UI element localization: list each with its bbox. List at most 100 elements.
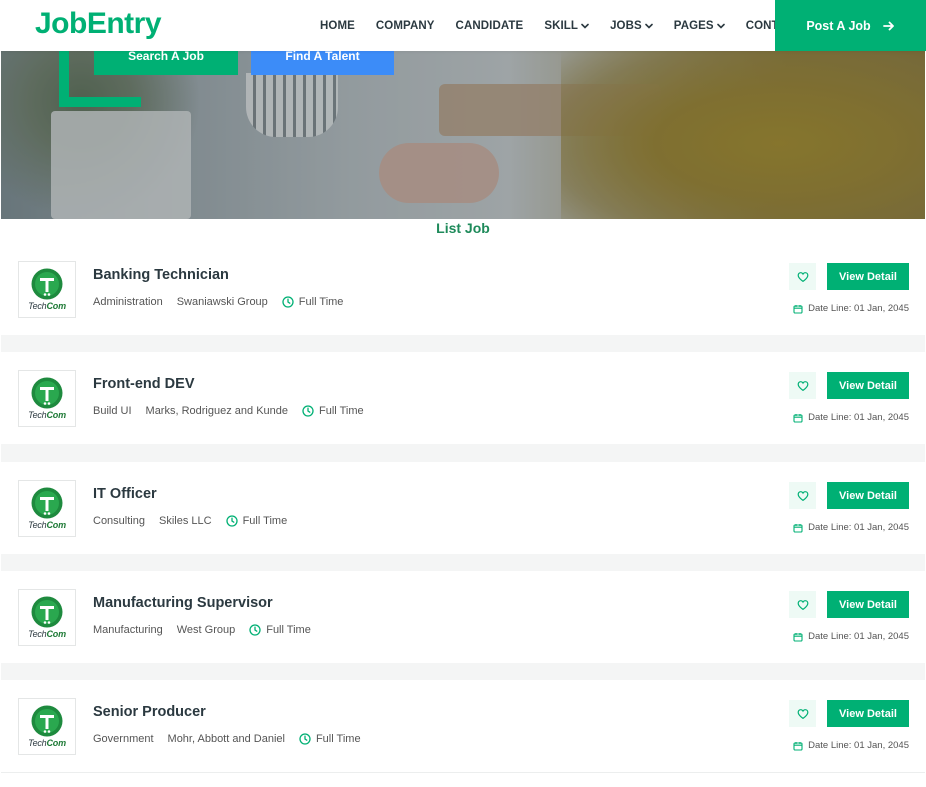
job-type: Full Time <box>266 624 311 636</box>
nav-item-home[interactable]: HOME <box>320 20 355 32</box>
job-item: TechCom Front-end DEV Build UI Marks, Ro… <box>1 352 925 462</box>
job-type: Full Time <box>298 296 344 308</box>
job-title[interactable]: IT Officer <box>93 486 157 502</box>
favorite-button[interactable] <box>789 700 816 727</box>
view-detail-button[interactable]: View Detail <box>827 700 909 727</box>
calendar-icon <box>793 304 803 314</box>
deadline-text: Date Line: 01 Jan, 2045 <box>808 303 909 314</box>
view-detail-button[interactable]: View Detail <box>827 372 909 399</box>
company-logo: TechCom <box>18 698 76 755</box>
job-type: Full Time <box>319 405 364 417</box>
heart-icon <box>797 599 808 610</box>
techcom-logo-icon <box>31 487 63 519</box>
job-deadline: Date Line: 01 Jan, 2045 <box>793 631 909 642</box>
logo-text: TechCom <box>28 738 66 748</box>
logo-text-tech: Tech <box>28 629 47 639</box>
logo-text-com: Com <box>46 410 66 420</box>
job-item: TechCom Senior Producer Government Mohr,… <box>1 680 925 773</box>
logo-text-tech: Tech <box>28 410 47 420</box>
arrow-right-icon <box>882 21 894 30</box>
brand-logo[interactable]: JobEntry <box>35 7 162 41</box>
main-nav: HOME COMPANY CANDIDATE SKILL JOBS PAGES CONTAC… <box>320 0 823 51</box>
heart-icon <box>797 380 808 391</box>
clock-icon <box>249 624 261 636</box>
job-deadline: Date Line: 01 Jan, 2045 <box>793 303 909 314</box>
job-item: TechCom Manufacturing Supervisor Manufac… <box>1 571 925 681</box>
nav-item-label: CANDIDATE <box>455 19 524 32</box>
navbar: JobEntry HOME COMPANY CANDIDATE SKILL JOBS PA… <box>0 0 926 51</box>
deadline-text: Date Line: 01 Jan, 2045 <box>808 740 909 751</box>
job-category: Government <box>93 733 154 745</box>
logo-text: TechCom <box>28 629 66 639</box>
job-meta: Administration Swaniawski Group Full Tim… <box>93 296 357 308</box>
job-type: Full Time <box>315 733 361 745</box>
post-job-button[interactable]: Post A Job <box>775 0 926 51</box>
logo-text-com: Com <box>46 301 66 311</box>
favorite-button[interactable] <box>789 372 816 399</box>
view-detail-button[interactable]: View Detail <box>827 482 909 509</box>
job-company: West Group <box>176 624 236 636</box>
job-item: TechCom IT Officer Consulting Skiles LLC… <box>1 462 925 572</box>
heart-icon <box>797 490 808 501</box>
nav-item-candidate[interactable]: CANDIDATE <box>456 20 524 32</box>
nav-item-label: COMPANY <box>375 19 435 32</box>
chevron-down-icon <box>581 23 589 29</box>
job-meta: Consulting Skiles LLC Full Time <box>93 515 301 527</box>
favorite-button[interactable] <box>789 591 816 618</box>
job-meta: Build UI Marks, Rodriguez and Kunde Full… <box>93 405 378 417</box>
job-title[interactable]: Banking Technician <box>93 267 229 283</box>
techcom-logo-icon <box>31 705 63 737</box>
job-company: Marks, Rodriguez and Kunde <box>145 405 288 417</box>
view-detail-button[interactable]: View Detail <box>827 591 909 618</box>
company-logo: TechCom <box>18 261 76 318</box>
job-category: Administration <box>93 296 163 308</box>
deadline-text: Date Line: 01 Jan, 2045 <box>808 631 909 642</box>
job-type: Full Time <box>242 515 288 527</box>
deadline-text: Date Line: 01 Jan, 2045 <box>808 412 909 423</box>
nav-item-company[interactable]: COMPANY <box>376 20 435 32</box>
company-logo: TechCom <box>18 589 76 646</box>
clock-icon <box>282 296 294 308</box>
favorite-button[interactable] <box>789 263 816 290</box>
job-title[interactable]: Front-end DEV <box>93 376 195 392</box>
find-talent-button[interactable]: Find A Talent <box>251 51 394 75</box>
techcom-logo-icon <box>31 377 63 409</box>
favorite-button[interactable] <box>789 482 816 509</box>
calendar-icon <box>793 523 803 533</box>
nav-item-label: HOME <box>320 19 355 32</box>
company-logo: TechCom <box>18 370 76 427</box>
view-detail-button[interactable]: View Detail <box>827 263 909 290</box>
job-deadline: Date Line: 01 Jan, 2045 <box>793 412 909 423</box>
heart-icon <box>797 708 808 719</box>
chevron-down-icon <box>644 23 653 29</box>
job-category: Manufacturing <box>93 624 163 636</box>
job-title[interactable]: Senior Producer <box>93 704 206 720</box>
company-logo: TechCom <box>18 480 76 537</box>
calendar-icon <box>793 741 803 751</box>
job-meta: Government Mohr, Abbott and Daniel Full … <box>93 733 375 745</box>
logo-text-tech: Tech <box>28 520 47 530</box>
heart-icon <box>797 271 808 282</box>
section-title: List Job <box>436 220 490 236</box>
logo-text: TechCom <box>28 520 66 530</box>
nav-item-skill[interactable]: SKILL <box>544 20 589 32</box>
chevron-down-icon <box>716 23 725 29</box>
search-job-button[interactable]: Search A Job <box>94 51 238 75</box>
job-meta: Manufacturing West Group Full Time <box>93 624 325 636</box>
logo-text: TechCom <box>28 301 66 311</box>
job-deadline: Date Line: 01 Jan, 2045 <box>793 740 909 751</box>
job-category: Consulting <box>93 515 145 527</box>
nav-item-pages[interactable]: PAGES <box>674 20 725 32</box>
nav-item-label: PAGES <box>673 19 714 32</box>
nav-item-jobs[interactable]: JOBS <box>610 20 653 32</box>
logo-text-com: Com <box>46 629 66 639</box>
job-title[interactable]: Manufacturing Supervisor <box>93 595 273 611</box>
post-job-label: Post A Job <box>806 18 871 33</box>
deadline-text: Date Line: 01 Jan, 2045 <box>808 522 909 533</box>
hero-banner: Search A Job Find A Talent <box>1 51 925 219</box>
logo-text-com: Com <box>46 520 66 530</box>
job-company: Skiles LLC <box>158 515 212 527</box>
nav-item-label: JOBS <box>610 19 642 32</box>
logo-text: TechCom <box>28 410 66 420</box>
techcom-logo-icon <box>31 596 63 628</box>
